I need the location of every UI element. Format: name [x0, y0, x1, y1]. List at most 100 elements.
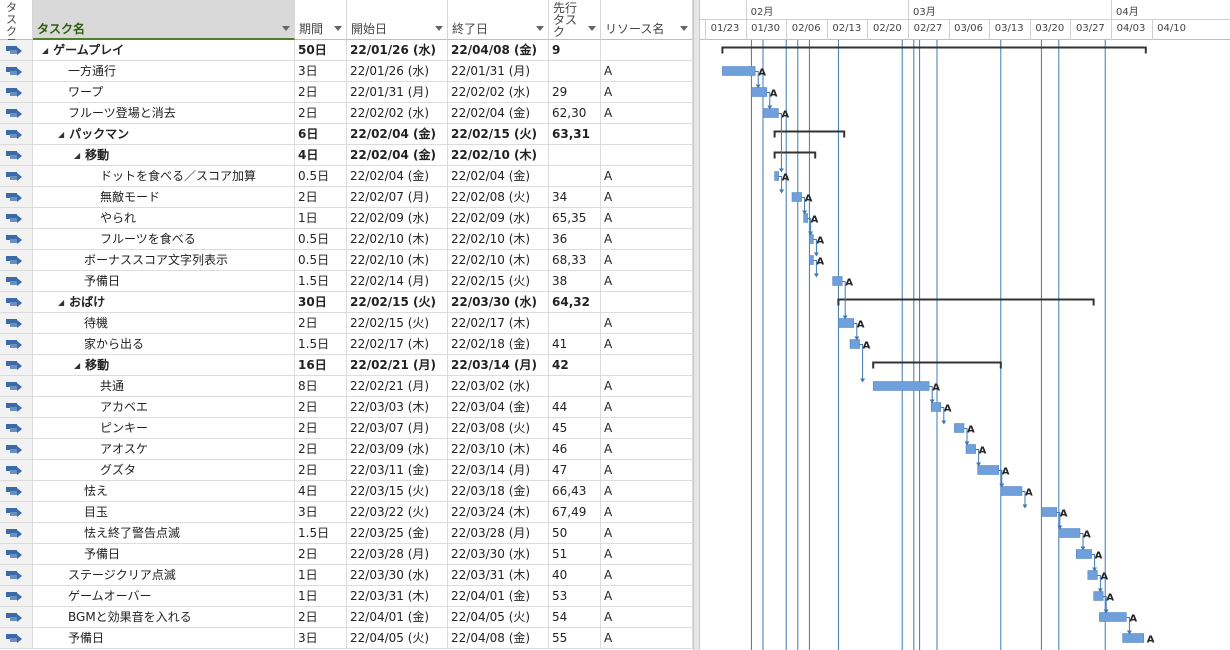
task-mode-cell[interactable]	[0, 355, 33, 375]
resource-cell[interactable]: A	[601, 334, 693, 354]
start-date-cell[interactable]: 22/02/04 (金)	[347, 145, 448, 165]
task-mode-cell[interactable]	[0, 292, 33, 312]
duration-cell[interactable]: 3日	[295, 61, 347, 81]
task-bar[interactable]	[965, 444, 976, 454]
start-date-cell[interactable]: 22/02/09 (水)	[347, 208, 448, 228]
duration-cell[interactable]: 1.5日	[295, 334, 347, 354]
end-date-cell[interactable]: 22/02/02 (水)	[448, 82, 549, 102]
predecessors-cell[interactable]	[549, 376, 601, 396]
start-date-cell[interactable]: 22/03/28 (月)	[347, 544, 448, 564]
predecessors-cell[interactable]: 29	[549, 82, 601, 102]
end-date-cell[interactable]: 22/03/08 (火)	[448, 418, 549, 438]
summary-task-row[interactable]: ◢ パックマン 6日 22/02/04 (金) 22/02/15 (火) 63,31	[0, 124, 693, 145]
collapse-triangle-icon[interactable]: ◢	[58, 293, 64, 312]
predecessors-cell[interactable]: 67,49	[549, 502, 601, 522]
task-bar[interactable]	[930, 402, 942, 412]
duration-cell[interactable]: 0.5日	[295, 166, 347, 186]
resource-cell[interactable]: A	[601, 439, 693, 459]
task-mode-cell[interactable]	[0, 418, 33, 438]
predecessors-cell[interactable]: 9	[549, 40, 601, 60]
start-date-cell[interactable]: 22/01/26 (水)	[347, 40, 448, 60]
predecessors-cell[interactable]: 41	[549, 334, 601, 354]
start-date-cell[interactable]: 22/02/17 (木)	[347, 334, 448, 354]
predecessors-cell[interactable]	[549, 61, 601, 81]
task-name-cell[interactable]: 怯え	[33, 481, 295, 501]
predecessors-cell[interactable]: 45	[549, 418, 601, 438]
resource-cell[interactable]: A	[601, 271, 693, 291]
resource-cell[interactable]: A	[601, 376, 693, 396]
duration-cell[interactable]: 2日	[295, 103, 347, 123]
duration-cell[interactable]: 2日	[295, 460, 347, 480]
predecessors-cell[interactable]: 62,30	[549, 103, 601, 123]
duration-cell[interactable]: 6日	[295, 124, 347, 144]
task-name-cell[interactable]: フルーツ登場と消去	[33, 103, 295, 123]
task-mode-cell[interactable]	[0, 82, 33, 102]
resource-cell[interactable]	[601, 355, 693, 375]
duration-cell[interactable]: 1日	[295, 565, 347, 585]
task-row[interactable]: ドットを食べる／スコア加算 0.5日 22/02/04 (金) 22/02/04 (金…	[0, 166, 693, 187]
duration-cell[interactable]: 8日	[295, 376, 347, 396]
start-date-cell[interactable]: 22/04/01 (金)	[347, 607, 448, 627]
predecessors-cell[interactable]: 47	[549, 460, 601, 480]
task-name-cell[interactable]: 一方通行	[33, 61, 295, 81]
predecessors-cell[interactable]: 68,33	[549, 250, 601, 270]
column-header-resource[interactable]: リソース名	[601, 0, 693, 40]
resource-cell[interactable]: A	[601, 481, 693, 501]
end-date-cell[interactable]: 22/03/24 (木)	[448, 502, 549, 522]
end-date-cell[interactable]: 22/02/09 (水)	[448, 208, 549, 228]
task-row[interactable]: ボーナススコア文字列表示 0.5日 22/02/10 (木) 22/02/10 (木)…	[0, 250, 693, 271]
predecessors-cell[interactable]: 36	[549, 229, 601, 249]
column-header-task-mode[interactable]: タスクモード	[0, 0, 33, 74]
resource-cell[interactable]: A	[601, 82, 693, 102]
end-date-cell[interactable]: 22/03/14 (月)	[448, 460, 549, 480]
task-name-cell[interactable]: 共通	[33, 376, 295, 396]
task-bar[interactable]	[1000, 486, 1023, 496]
summary-task-row[interactable]: ◢ おばけ 30日 22/02/15 (火) 22/03/30 (水) 64,32	[0, 292, 693, 313]
predecessors-cell[interactable]: 66,43	[549, 481, 601, 501]
task-name-cell[interactable]: 家から出る	[33, 334, 295, 354]
end-date-cell[interactable]: 22/03/28 (月)	[448, 523, 549, 543]
start-date-cell[interactable]: 22/02/14 (月)	[347, 271, 448, 291]
duration-cell[interactable]: 16日	[295, 355, 347, 375]
duration-cell[interactable]: 2日	[295, 82, 347, 102]
task-mode-cell[interactable]	[0, 166, 33, 186]
end-date-cell[interactable]: 22/03/14 (月)	[448, 355, 549, 375]
resource-cell[interactable]: A	[601, 607, 693, 627]
start-date-cell[interactable]: 22/01/26 (水)	[347, 61, 448, 81]
task-row[interactable]: 怯え 4日 22/03/15 (火) 22/03/18 (金) 66,43 A	[0, 481, 693, 502]
duration-cell[interactable]: 0.5日	[295, 250, 347, 270]
task-name-cell[interactable]: ワープ	[33, 82, 295, 102]
predecessors-cell[interactable]	[549, 145, 601, 165]
task-mode-cell[interactable]	[0, 376, 33, 396]
duration-cell[interactable]: 2日	[295, 397, 347, 417]
task-bar[interactable]	[774, 171, 779, 181]
end-date-cell[interactable]: 22/02/17 (木)	[448, 313, 549, 333]
task-row[interactable]: アオスケ 2日 22/03/09 (水) 22/03/10 (木) 46 A	[0, 439, 693, 460]
task-bar[interactable]	[791, 192, 802, 202]
task-row[interactable]: 一方通行 3日 22/01/26 (水) 22/01/31 (月) A	[0, 61, 693, 82]
predecessors-cell[interactable]: 65,35	[549, 208, 601, 228]
column-header-end[interactable]: 終了日	[448, 0, 549, 40]
resource-cell[interactable]: A	[601, 166, 693, 186]
end-date-cell[interactable]: 22/02/15 (火)	[448, 271, 549, 291]
predecessors-cell[interactable]: 51	[549, 544, 601, 564]
duration-cell[interactable]: 2日	[295, 313, 347, 333]
duration-cell[interactable]: 4日	[295, 481, 347, 501]
task-name-cell[interactable]: アオスケ	[33, 439, 295, 459]
task-row[interactable]: アカベエ 2日 22/03/03 (木) 22/03/04 (金) 44 A	[0, 397, 693, 418]
task-name-cell[interactable]: ステージクリア点滅	[33, 565, 295, 585]
resource-cell[interactable]: A	[601, 460, 693, 480]
start-date-cell[interactable]: 22/02/21 (月)	[347, 376, 448, 396]
dropdown-arrow-icon[interactable]	[282, 26, 290, 31]
end-date-cell[interactable]: 22/04/05 (火)	[448, 607, 549, 627]
task-row[interactable]: 共通 8日 22/02/21 (月) 22/03/02 (水) A	[0, 376, 693, 397]
resource-cell[interactable]: A	[601, 544, 693, 564]
task-name-cell[interactable]: ◢ おばけ	[33, 292, 295, 312]
task-bar[interactable]	[1087, 570, 1098, 580]
task-name-cell[interactable]: 怯え終了警告点滅	[33, 523, 295, 543]
column-header-start[interactable]: 開始日	[347, 0, 448, 40]
start-date-cell[interactable]: 22/02/10 (木)	[347, 229, 448, 249]
duration-cell[interactable]: 1日	[295, 586, 347, 606]
dropdown-arrow-icon[interactable]	[536, 26, 544, 31]
task-bar[interactable]	[809, 234, 814, 244]
